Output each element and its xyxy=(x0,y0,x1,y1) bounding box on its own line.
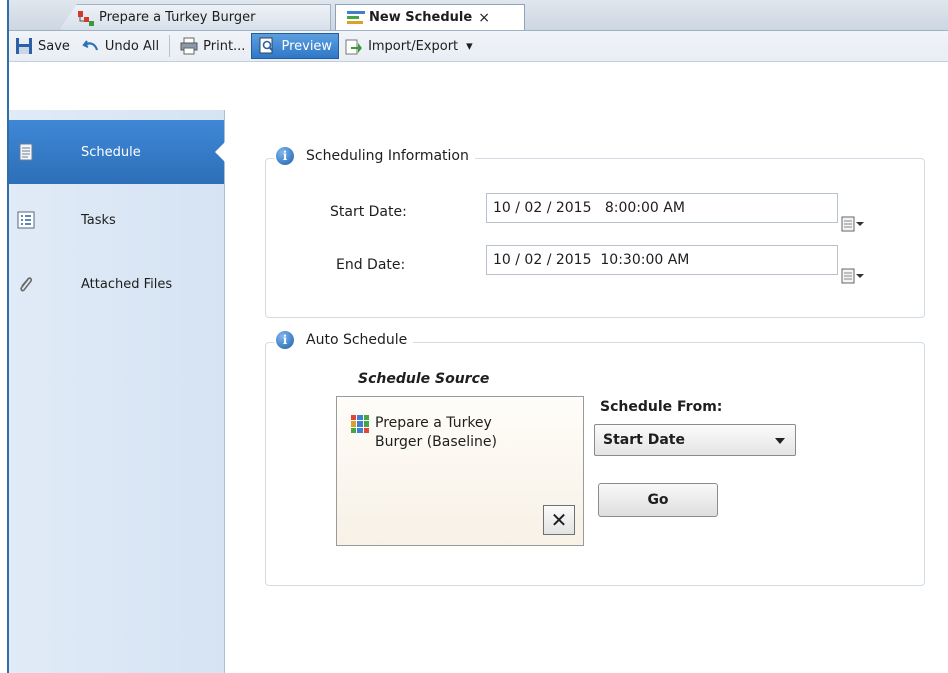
sidebar-item-label: Tasks xyxy=(81,212,116,228)
chevron-down-icon[interactable]: ▾ xyxy=(466,39,473,54)
sidebar-item-label: Attached Files xyxy=(81,276,173,292)
printer-icon xyxy=(180,37,198,55)
close-icon: ✕ xyxy=(550,508,568,532)
info-icon: i xyxy=(276,331,294,349)
scheduling-information-group: i Scheduling Information Start Date: 10 … xyxy=(265,147,925,318)
toolbar: Save Undo All Print... Preview Import/Ex… xyxy=(9,31,948,62)
end-date-value: 10 / 02 / 2015 10:30:00 AM xyxy=(493,252,690,268)
print-label: Print... xyxy=(203,38,246,54)
group-title: i Auto Schedule xyxy=(274,331,414,349)
project-icon xyxy=(76,9,96,27)
start-date-label: Start Date: xyxy=(330,204,407,220)
save-label: Save xyxy=(38,38,70,54)
sidebar-item-attached-files[interactable]: Attached Files xyxy=(9,252,224,316)
undo-all-button[interactable]: Undo All xyxy=(76,33,165,59)
source-item-line2: Burger (Baseline) xyxy=(375,434,497,450)
start-date-field[interactable]: 10 / 02 / 2015 8:00:00 AM xyxy=(486,193,864,232)
undo-icon xyxy=(82,37,100,55)
end-date-field[interactable]: 10 / 02 / 2015 10:30:00 AM xyxy=(486,245,864,284)
scheduling-title: Scheduling Information xyxy=(306,148,469,164)
auto-schedule-group: i Auto Schedule Schedule Source Prepare … xyxy=(265,331,925,586)
go-button[interactable]: Go xyxy=(598,483,718,517)
remove-source-button[interactable]: ✕ xyxy=(543,505,575,535)
save-button[interactable]: Save xyxy=(9,33,76,59)
sidebar-header xyxy=(9,62,224,110)
import-export-icon xyxy=(345,37,363,55)
floppy-disk-icon xyxy=(15,37,33,55)
paperclip-icon xyxy=(17,275,35,293)
import-export-label: Import/Export xyxy=(368,38,459,54)
schedule-icon xyxy=(346,9,366,27)
import-export-button[interactable]: Import/Export ▾ xyxy=(339,33,479,59)
schedule-from-value: Start Date xyxy=(603,432,685,448)
sidebar-item-label: Schedule xyxy=(81,144,141,160)
end-date-label: End Date: xyxy=(336,257,406,273)
tab-strip: Prepare a Turkey Burger New Schedule × xyxy=(9,0,948,31)
schedule-source-item[interactable]: Prepare a Turkey Burger (Baseline) xyxy=(351,414,497,452)
preview-magnifier-icon xyxy=(258,37,276,55)
auto-schedule-title: Auto Schedule xyxy=(306,332,408,348)
source-item-line1: Prepare a Turkey xyxy=(375,415,492,431)
start-date-value: 10 / 02 / 2015 8:00:00 AM xyxy=(493,200,685,216)
schedule-source-box: Prepare a Turkey Burger (Baseline) ✕ xyxy=(336,396,584,546)
preview-label: Preview xyxy=(281,38,333,54)
schedule-from-select[interactable]: Start Date xyxy=(594,424,796,456)
app-window: Prepare a Turkey Burger New Schedule × S… xyxy=(7,0,948,673)
chevron-down-icon xyxy=(775,438,785,444)
tab-new-schedule[interactable]: New Schedule × xyxy=(335,4,525,30)
calendar-dropdown-icon[interactable] xyxy=(805,200,864,232)
tasks-list-icon xyxy=(17,211,35,229)
project-grid-icon xyxy=(351,415,369,433)
tab-label: Prepare a Turkey Burger xyxy=(99,10,256,25)
schedule-from-label: Schedule From: xyxy=(600,399,723,415)
sidebar: Schedule Tasks Attached Files xyxy=(9,110,225,673)
print-button[interactable]: Print... xyxy=(174,33,251,59)
schedule-source-heading: Schedule Source xyxy=(358,371,490,387)
group-title: i Scheduling Information xyxy=(274,147,475,165)
sidebar-item-schedule[interactable]: Schedule xyxy=(9,120,225,184)
undo-all-label: Undo All xyxy=(104,38,160,54)
tab-prepare-turkey-burger[interactable]: Prepare a Turkey Burger xyxy=(59,4,331,30)
toolbar-separator xyxy=(169,35,171,57)
schedule-doc-icon xyxy=(17,143,35,161)
calendar-dropdown-icon[interactable] xyxy=(805,252,864,284)
sidebar-item-tasks[interactable]: Tasks xyxy=(9,188,224,252)
info-icon: i xyxy=(276,147,294,165)
tab-label: New Schedule xyxy=(369,10,473,25)
preview-button[interactable]: Preview xyxy=(251,33,340,59)
close-icon[interactable]: × xyxy=(478,10,490,26)
